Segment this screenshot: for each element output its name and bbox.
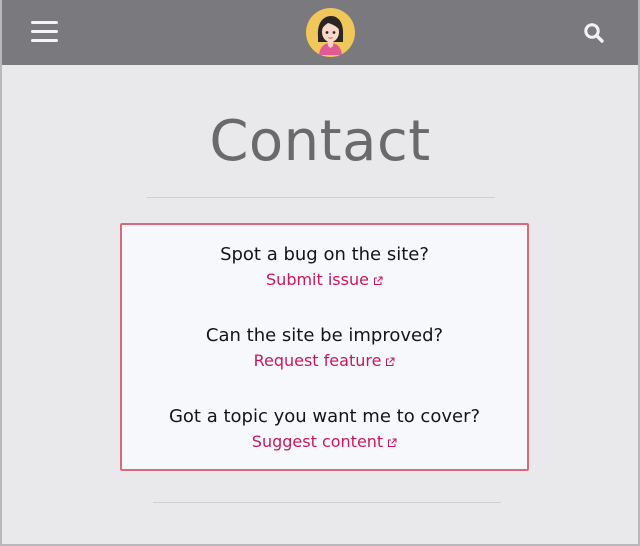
external-link-icon: [388, 438, 397, 447]
suggest-content-link[interactable]: Suggest content: [252, 432, 397, 452]
contact-item-improve: Can the site be improved? Request featur…: [122, 324, 527, 371]
divider: [147, 197, 495, 198]
hamburger-menu-icon[interactable]: [31, 19, 59, 45]
menu-bar-line: [31, 21, 58, 24]
contact-item-topic: Got a topic you want me to cover? Sugges…: [122, 405, 527, 452]
menu-bar-line: [31, 30, 58, 33]
avatar-logo[interactable]: [306, 8, 355, 57]
search-icon[interactable]: [583, 22, 605, 44]
contact-question: Spot a bug on the site?: [220, 244, 429, 265]
divider: [153, 502, 501, 503]
contact-question: Got a topic you want me to cover?: [168, 406, 481, 427]
search-icon-graphic: [584, 23, 604, 43]
contact-card: Spot a bug on the site? Submit issue Can…: [120, 223, 529, 471]
submit-issue-link[interactable]: Submit issue: [266, 270, 383, 290]
external-link-icon: [386, 357, 395, 366]
link-label: Submit issue: [266, 270, 369, 289]
contact-question: Can the site be improved?: [205, 325, 444, 346]
menu-bar-line: [31, 39, 58, 42]
request-feature-link[interactable]: Request feature: [254, 351, 396, 371]
contact-item-bug: Spot a bug on the site? Submit issue: [122, 243, 527, 290]
external-link-icon: [373, 276, 383, 285]
link-label: Request feature: [253, 351, 382, 370]
link-label: Suggest content: [251, 432, 384, 451]
top-navigation-bar: [0, 0, 640, 65]
avatar-illustration: [306, 8, 355, 57]
page-title: Contact: [209, 109, 431, 174]
